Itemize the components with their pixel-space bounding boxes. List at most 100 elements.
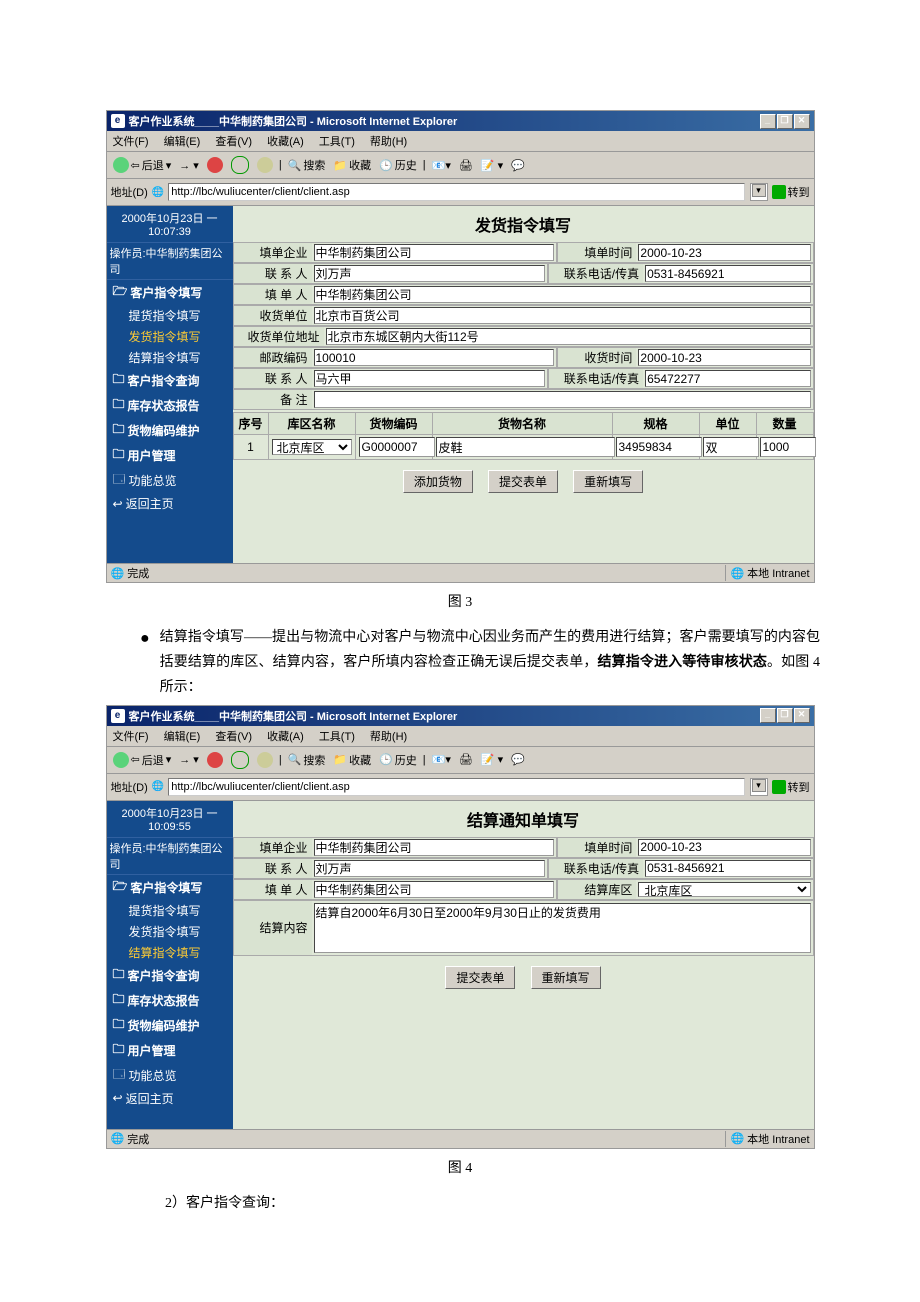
close-button[interactable]: ✕	[794, 708, 810, 723]
close-button[interactable]: ✕	[794, 114, 810, 129]
sidebar-item-overview[interactable]: 🗔 功能总览	[107, 1063, 233, 1088]
stop-button[interactable]	[205, 752, 225, 768]
sidebar-item-overview[interactable]: 🗔 功能总览	[107, 468, 233, 493]
field-content[interactable]	[314, 903, 811, 953]
field-filler[interactable]	[314, 286, 811, 303]
maximize-button[interactable]: ❐	[777, 708, 793, 723]
field-phone[interactable]	[645, 860, 810, 877]
minimize-button[interactable]: _	[760, 708, 776, 723]
go-button[interactable]: 转到	[772, 184, 810, 200]
field-remark[interactable]	[314, 391, 811, 408]
menu-favorites[interactable]: 收藏(A)	[267, 136, 304, 148]
address-dropdown[interactable]	[750, 183, 768, 201]
history-button[interactable]: 🕒 历史	[377, 752, 419, 768]
home-button[interactable]	[255, 157, 275, 173]
sidebar-item-user-mgmt[interactable]: 🗀 用户管理	[107, 443, 233, 468]
refresh-button[interactable]	[229, 751, 251, 769]
menu-view[interactable]: 查看(V)	[215, 731, 252, 743]
menu-file[interactable]: 文件(F)	[113, 136, 149, 148]
ie-page-icon: 🌐	[152, 187, 164, 198]
field-contact2[interactable]	[314, 370, 546, 387]
mail-button[interactable]: 📧▾	[430, 753, 453, 766]
cell-area-select[interactable]: 北京库区	[272, 439, 352, 455]
discuss-button[interactable]: 💬	[509, 159, 527, 172]
cell-unit[interactable]	[703, 437, 759, 457]
menu-edit[interactable]: 编辑(E)	[164, 731, 201, 743]
home-button[interactable]	[255, 752, 275, 768]
favorites-button[interactable]: 📁 收藏	[331, 157, 373, 173]
minimize-button[interactable]: _	[760, 114, 776, 129]
edit-button[interactable]: 📝 ▾	[479, 159, 505, 172]
menu-favorites[interactable]: 收藏(A)	[267, 731, 304, 743]
address-input[interactable]	[168, 183, 744, 201]
search-button[interactable]: 🔍 搜索	[286, 752, 328, 768]
history-button[interactable]: 🕒 历史	[377, 157, 419, 173]
reset-button[interactable]: 重新填写	[573, 470, 643, 493]
menu-tools[interactable]: 工具(T)	[319, 731, 355, 743]
back-button[interactable]: ⇦ 后退 ▾	[111, 157, 174, 173]
cell-name[interactable]	[436, 437, 615, 457]
field-area[interactable]: 北京库区	[638, 882, 810, 897]
sidebar-item-goods-code[interactable]: 🗀 货物编码维护	[107, 1013, 233, 1038]
submit-button[interactable]: 提交表单	[488, 470, 558, 493]
refresh-button[interactable]	[229, 156, 251, 174]
sidebar-item-ship-fill[interactable]: 发货指令填写	[107, 326, 233, 347]
sidebar-item-customer-query[interactable]: 🗀 客户指令查询	[107, 368, 233, 393]
sidebar-item-settle-fill[interactable]: 结算指令填写	[107, 942, 233, 963]
cell-code[interactable]	[359, 437, 435, 457]
sidebar-item-goods-code[interactable]: 🗀 货物编码维护	[107, 418, 233, 443]
edit-button[interactable]: 📝 ▾	[479, 753, 505, 766]
sidebar-item-customer-query[interactable]: 🗀 客户指令查询	[107, 963, 233, 988]
sidebar-item-pickup-fill[interactable]: 提货指令填写	[107, 305, 233, 326]
sidebar-item-customer-fill[interactable]: 🗁 客户指令填写	[107, 280, 233, 305]
menu-edit[interactable]: 编辑(E)	[164, 136, 201, 148]
sidebar-item-user-mgmt[interactable]: 🗀 用户管理	[107, 1038, 233, 1063]
add-goods-button[interactable]: 添加货物	[403, 470, 473, 493]
field-recv-time[interactable]	[638, 349, 810, 366]
forward-button[interactable]: → ▾	[177, 753, 201, 766]
field-time[interactable]	[638, 839, 810, 856]
sidebar-item-customer-fill[interactable]: 🗁 客户指令填写	[107, 875, 233, 900]
print-button[interactable]: 🖨	[457, 159, 475, 172]
sidebar-item-pickup-fill[interactable]: 提货指令填写	[107, 900, 233, 921]
field-zip[interactable]	[314, 349, 555, 366]
field-contact[interactable]	[314, 265, 546, 282]
sidebar-item-settle-fill[interactable]: 结算指令填写	[107, 347, 233, 368]
toolbar: ⇦ 后退 ▾ → ▾ | 🔍 搜索 📁 收藏 🕒 历史 | 📧▾ 🖨 📝 ▾ 💬	[107, 152, 814, 179]
sidebar-item-home[interactable]: ↩ 返回主页	[107, 493, 233, 514]
mail-button[interactable]: 📧▾	[430, 159, 453, 172]
print-button[interactable]: 🖨	[457, 753, 475, 766]
sidebar-item-stock-report[interactable]: 🗀 库存状态报告	[107, 988, 233, 1013]
maximize-button[interactable]: ❐	[777, 114, 793, 129]
field-phone[interactable]	[645, 265, 810, 282]
menu-file[interactable]: 文件(F)	[113, 731, 149, 743]
submit-button[interactable]: 提交表单	[445, 966, 515, 989]
back-button[interactable]: ⇦ 后退 ▾	[111, 752, 174, 768]
field-company[interactable]	[314, 244, 555, 261]
field-phone2[interactable]	[645, 370, 810, 387]
go-button[interactable]: 转到	[772, 779, 810, 795]
address-input[interactable]	[168, 778, 744, 796]
field-contact[interactable]	[314, 860, 546, 877]
sidebar-item-home[interactable]: ↩ 返回主页	[107, 1088, 233, 1109]
forward-button[interactable]: → ▾	[177, 159, 201, 172]
field-filler[interactable]	[314, 881, 555, 898]
sidebar-item-stock-report[interactable]: 🗀 库存状态报告	[107, 393, 233, 418]
field-recv-unit[interactable]	[314, 307, 811, 324]
cell-spec[interactable]	[616, 437, 702, 457]
discuss-button[interactable]: 💬	[509, 753, 527, 766]
sidebar-item-ship-fill[interactable]: 发货指令填写	[107, 921, 233, 942]
menu-help[interactable]: 帮助(H)	[370, 136, 407, 148]
reset-button[interactable]: 重新填写	[531, 966, 601, 989]
stop-button[interactable]	[205, 157, 225, 173]
menu-help[interactable]: 帮助(H)	[370, 731, 407, 743]
search-button[interactable]: 🔍 搜索	[286, 157, 328, 173]
field-recv-addr[interactable]	[326, 328, 811, 345]
menu-tools[interactable]: 工具(T)	[319, 136, 355, 148]
address-dropdown[interactable]	[750, 778, 768, 796]
field-time[interactable]	[638, 244, 810, 261]
cell-qty[interactable]	[760, 437, 816, 457]
menu-view[interactable]: 查看(V)	[215, 136, 252, 148]
favorites-button[interactable]: 📁 收藏	[331, 752, 373, 768]
field-company[interactable]	[314, 839, 555, 856]
